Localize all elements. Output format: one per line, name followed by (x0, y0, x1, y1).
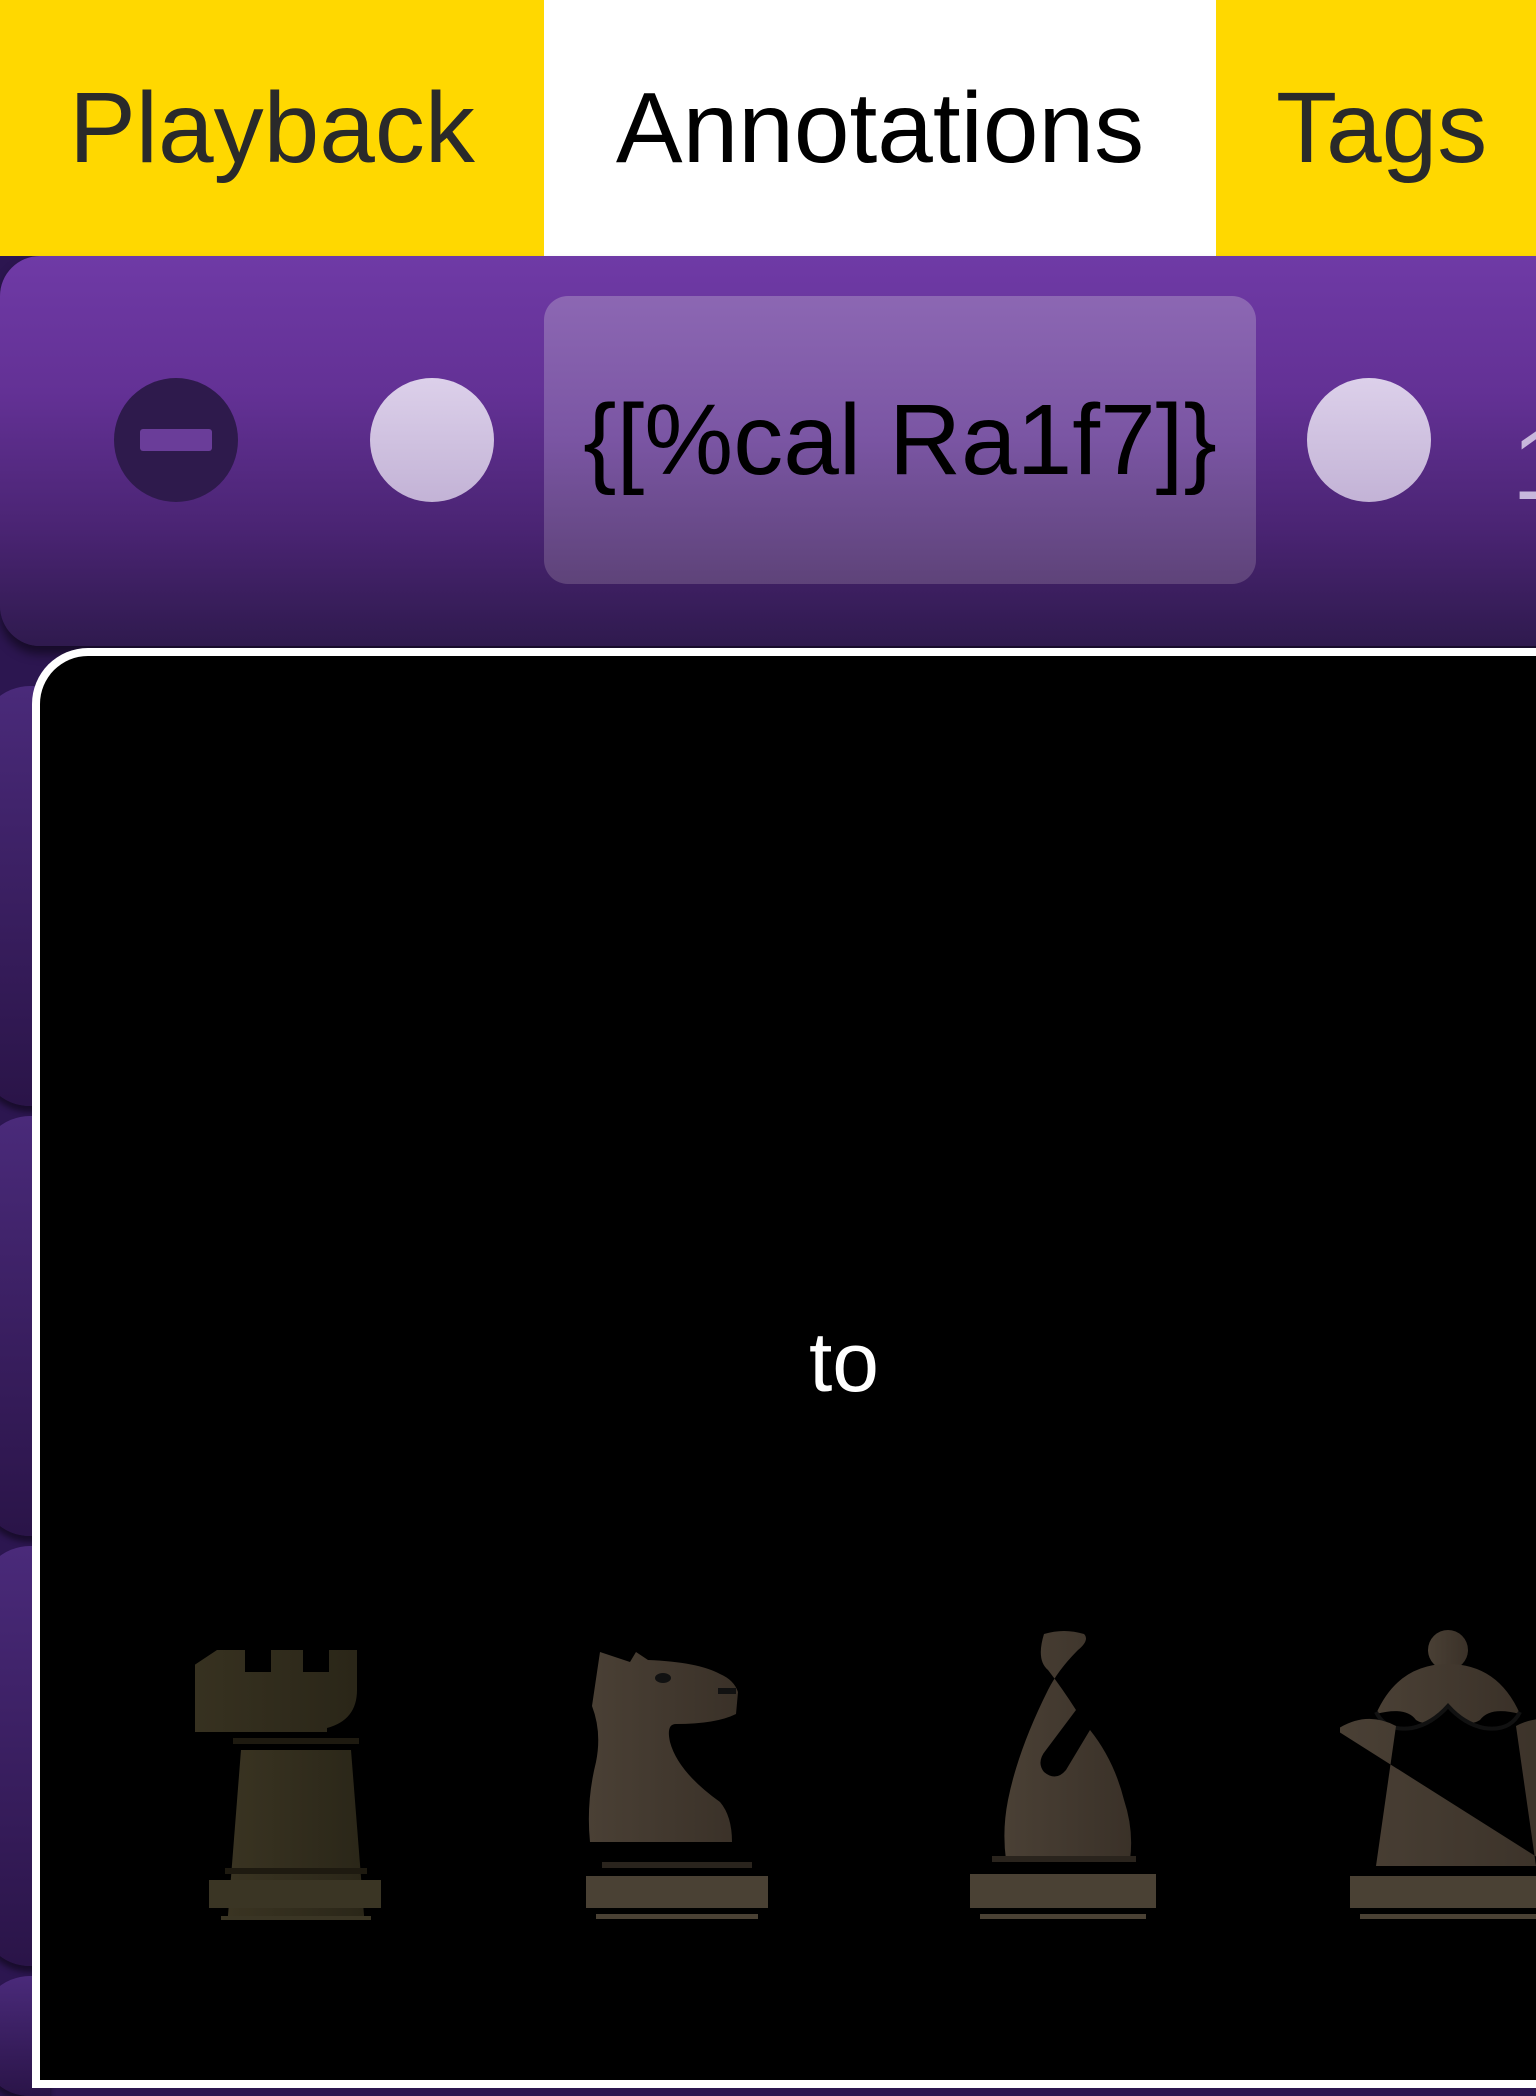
tab-bar: Playback Annotations Tags (0, 0, 1536, 256)
black-bishop-icon[interactable] (964, 1630, 1164, 1920)
promotion-label: to (808, 1315, 880, 1409)
annotation-start-handle[interactable] (370, 378, 494, 502)
tab-playback[interactable]: Playback (0, 0, 544, 256)
tab-tags[interactable]: Tags (1216, 0, 1536, 256)
annotation-end-handle[interactable] (1307, 378, 1431, 502)
black-rook-icon[interactable] (157, 1630, 395, 1928)
black-queen-icon[interactable] (1336, 1630, 1536, 1920)
annotation-row: {[%cal Ra1f7]} 1 (0, 256, 1536, 646)
minus-icon (140, 429, 212, 451)
black-knight-icon[interactable] (580, 1630, 780, 1920)
annotation-text-field[interactable]: {[%cal Ra1f7]} (544, 296, 1256, 584)
tab-annotations[interactable]: Annotations (544, 0, 1216, 256)
row-trailing-text: 1 (1512, 408, 1536, 523)
remove-annotation-button[interactable] (114, 378, 238, 502)
